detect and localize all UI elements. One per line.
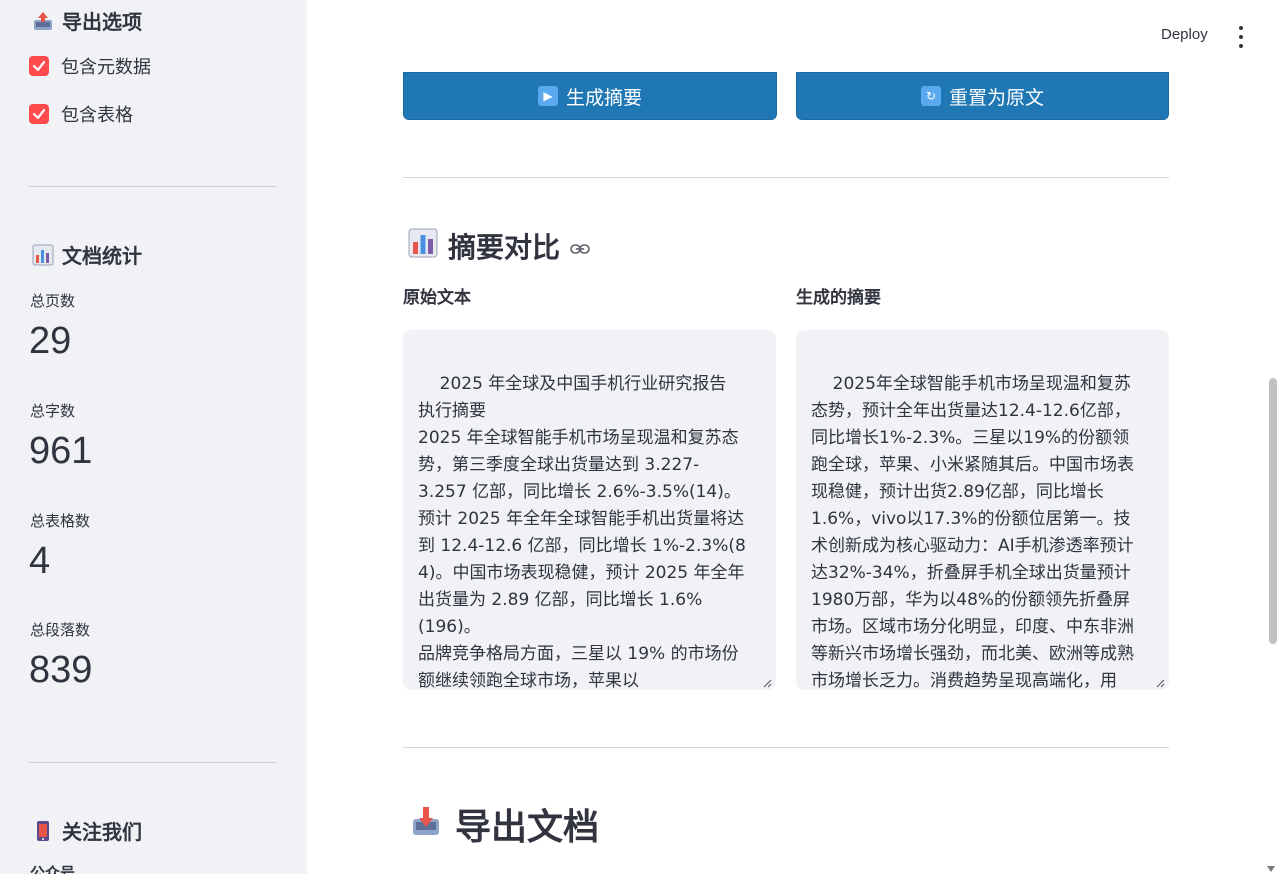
bar-chart-icon [408, 228, 438, 265]
mobile-phone-icon [32, 820, 54, 842]
section-divider [403, 177, 1169, 178]
section-divider [403, 747, 1169, 748]
doc-stats-header: 文档统计 [32, 240, 142, 269]
main-menu-icon[interactable] [1235, 26, 1247, 48]
checkbox-checked-icon[interactable] [29, 56, 49, 76]
resize-handle-icon[interactable] [1155, 678, 1165, 688]
deploy-button[interactable]: Deploy [1161, 26, 1208, 43]
summary-text-label: 生成的摘要 [796, 288, 881, 308]
follow-item-label: 公众号 [30, 864, 76, 874]
page-scrollbar[interactable] [1269, 378, 1277, 644]
metric-value-pages: 29 [29, 320, 72, 362]
play-icon: ▶ [537, 86, 558, 106]
original-text-area[interactable]: 2025 年全球及中国手机行业研究报告 执行摘要 2025 年全球智能手机市场呈… [403, 330, 776, 690]
inbox-tray-icon [411, 803, 441, 846]
original-text-label: 原始文本 [403, 288, 471, 308]
include-tables-checkbox[interactable]: 包含表格 [29, 101, 133, 127]
compare-section-title: 摘要对比 [408, 226, 590, 266]
metric-label-paragraphs: 总段落数 [30, 621, 91, 639]
resize-handle-icon[interactable] [762, 678, 772, 688]
refresh-icon: ↻ [920, 86, 941, 106]
generate-summary-button[interactable]: ▶ 生成摘要 [403, 72, 777, 120]
anchor-link-icon[interactable] [570, 243, 590, 255]
sidebar-divider [29, 186, 277, 187]
metric-value-words: 961 [29, 430, 93, 472]
export-options-header: 导出选项 [32, 6, 142, 35]
sidebar: 导出选项 包含元数据 包含表格 文档统计 总页数 29 总字数 961 总表格数… [0, 0, 307, 874]
metric-label-pages: 总页数 [30, 292, 76, 310]
summary-text-area[interactable]: 2025年全球智能手机市场呈现温和复苏态势，预计全年出货量达12.4-12.6亿… [796, 330, 1169, 690]
main-content: Deploy ▶ 生成摘要 ↻ 重置为原文 摘要对比 原始文本 生成的摘要 20… [307, 0, 1279, 874]
metric-value-paragraphs: 839 [29, 649, 93, 691]
checkbox-checked-icon[interactable] [29, 104, 49, 124]
outbox-tray-icon [32, 10, 54, 32]
export-section-title: 导出文档 [411, 798, 599, 850]
sidebar-divider [29, 762, 277, 763]
metric-label-words: 总字数 [30, 402, 76, 420]
metric-value-tables: 4 [29, 540, 51, 582]
include-metadata-checkbox[interactable]: 包含元数据 [29, 53, 151, 79]
follow-us-header: 关注我们 [32, 816, 142, 845]
metric-label-tables: 总表格数 [30, 512, 91, 530]
bar-chart-icon [32, 244, 54, 266]
scroll-down-arrow-icon[interactable] [1267, 866, 1275, 872]
reset-to-original-button[interactable]: ↻ 重置为原文 [796, 72, 1169, 120]
